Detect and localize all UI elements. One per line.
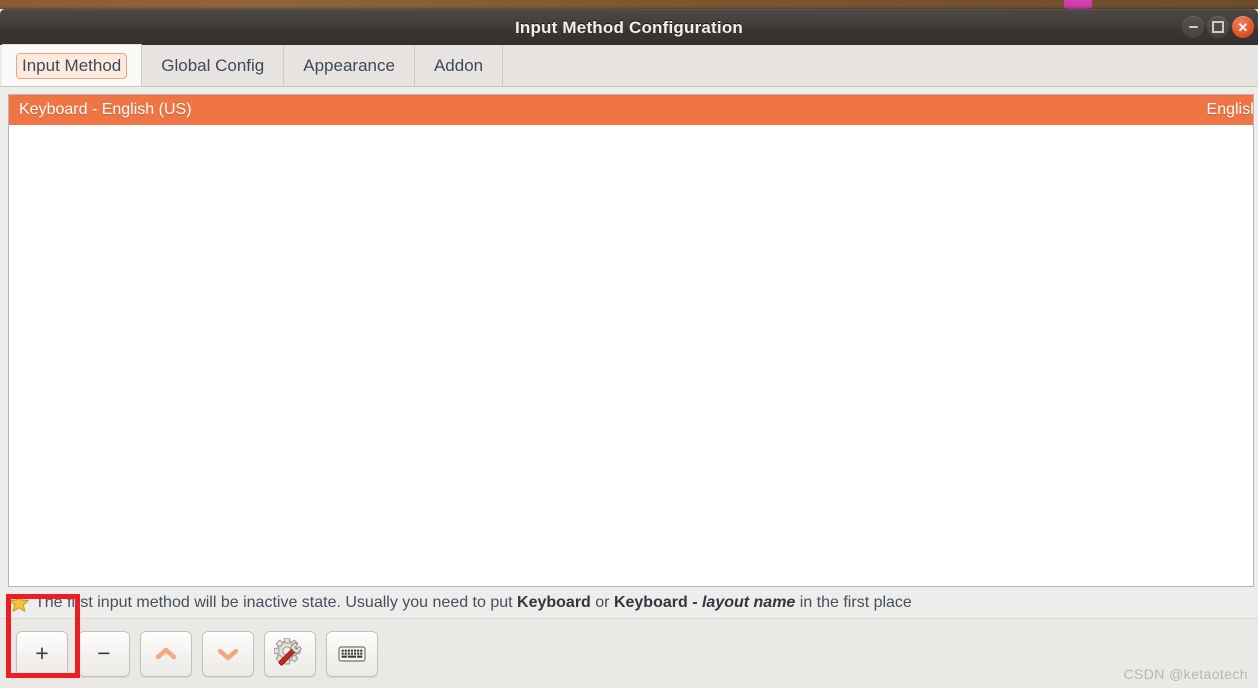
input-method-configuration-window: Input Method Configuration ✕ Input Metho…: [0, 9, 1258, 688]
tab-global-config-label: Global Config: [161, 55, 265, 75]
tab-input-method-label: Input Method: [16, 52, 128, 79]
keyboard-layout-button[interactable]: [326, 630, 378, 677]
tab-addon[interactable]: Addon: [414, 45, 504, 86]
input-method-list[interactable]: Keyboard - English (US) English: [8, 94, 1254, 587]
tab-bar: Input Method Global Config Appearance Ad…: [0, 44, 1258, 87]
maximize-icon: [1212, 21, 1224, 33]
chevron-up-icon: [155, 647, 177, 659]
tab-input-method[interactable]: Input Method: [2, 44, 143, 86]
table-row[interactable]: Keyboard - English (US) English: [9, 95, 1253, 125]
hint-bold-keyboard-layout: Keyboard -: [613, 594, 702, 611]
window-titlebar[interactable]: Input Method Configuration ✕: [0, 9, 1258, 45]
star-icon: [9, 593, 29, 612]
tab-appearance-label: Appearance: [303, 55, 395, 75]
tab-addon-label: Addon: [433, 55, 484, 75]
desktop-accent-marker: [1064, 0, 1092, 9]
hint-bold-keyboard: Keyboard: [517, 594, 591, 611]
window-controls: ✕: [1182, 16, 1254, 38]
hint-bar: The first input method will be inactive …: [8, 589, 1258, 617]
move-down-button[interactable]: [202, 630, 254, 677]
hint-text: The first input method will be inactive …: [35, 594, 912, 612]
minimize-button[interactable]: [1182, 16, 1204, 38]
keyboard-icon: [338, 645, 366, 662]
hint-text-part2: or: [590, 594, 614, 611]
close-icon: ✕: [1237, 19, 1249, 35]
add-input-method-button[interactable]: +: [16, 630, 68, 677]
chevron-down-icon: [217, 648, 239, 660]
tab-appearance[interactable]: Appearance: [284, 45, 415, 86]
bottom-toolbar: + −: [0, 618, 1258, 688]
input-method-name: Keyboard - English (US): [19, 101, 192, 118]
minimize-icon: [1188, 26, 1198, 28]
move-up-button[interactable]: [140, 630, 192, 677]
close-button[interactable]: ✕: [1232, 16, 1254, 38]
minus-icon: −: [97, 640, 111, 666]
hint-italic-layout-name: layout name: [701, 594, 796, 611]
maximize-button[interactable]: [1207, 16, 1229, 38]
tab-global-config[interactable]: Global Config: [142, 45, 285, 86]
tab-bar-filler: [503, 45, 1258, 86]
hint-text-part3: in the first place: [795, 594, 912, 611]
remove-input-method-button[interactable]: −: [78, 630, 130, 677]
watermark: CSDN @ketaotech: [1123, 666, 1248, 682]
plus-icon: +: [35, 640, 49, 666]
input-method-language: English: [1206, 101, 1254, 118]
configure-button[interactable]: [264, 630, 316, 677]
hint-text-part1: The first input method will be inactive …: [35, 594, 518, 611]
gear-wrench-icon: [274, 637, 302, 665]
window-title: Input Method Configuration: [514, 18, 744, 37]
